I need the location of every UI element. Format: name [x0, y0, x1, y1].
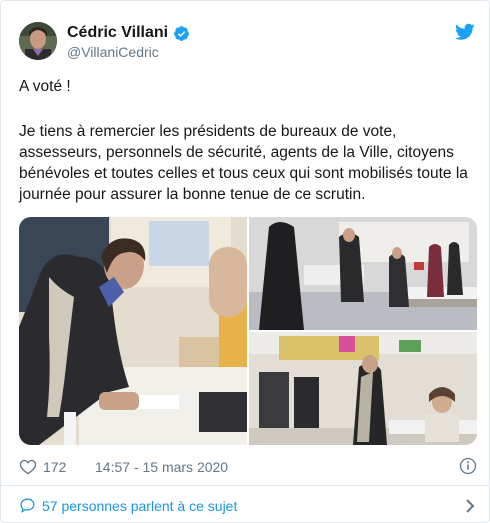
info-icon[interactable] [459, 457, 477, 475]
tweet-card: Cédric Villani @VillaniCedric A voté ! J… [0, 0, 490, 523]
tweet-body: Je tiens à remercier les présidents de b… [19, 123, 468, 203]
display-name[interactable]: Cédric Villani [67, 24, 168, 42]
heart-icon[interactable] [19, 458, 37, 475]
like-count[interactable]: 172 [43, 459, 66, 475]
media-grid [19, 217, 477, 445]
user-handle[interactable]: @VillaniCedric [67, 44, 159, 60]
avatar[interactable] [19, 22, 57, 60]
photo-polling-room[interactable] [249, 217, 477, 330]
photo-voter-signing[interactable] [19, 217, 247, 445]
conversation-link-row[interactable]: 57 personnes parlent à ce sujet [19, 495, 477, 517]
photo-ballot-table[interactable] [249, 332, 477, 445]
verified-badge-icon [174, 25, 190, 41]
name-row: Cédric Villani [67, 24, 190, 42]
chevron-right-icon[interactable] [465, 498, 475, 514]
tweet-meta: 172 14:57 - 15 mars 2020 [19, 456, 477, 478]
twitter-bird-icon[interactable] [455, 23, 475, 41]
tweet-header: Cédric Villani @VillaniCedric [19, 19, 475, 63]
speech-bubble-icon [20, 498, 35, 513]
tweet-first-line: A voté ! [19, 78, 71, 95]
divider [1, 485, 490, 486]
tweet-timestamp[interactable]: 14:57 - 15 mars 2020 [95, 459, 228, 475]
people-talking-link[interactable]: 57 personnes parlent à ce sujet [42, 498, 237, 514]
